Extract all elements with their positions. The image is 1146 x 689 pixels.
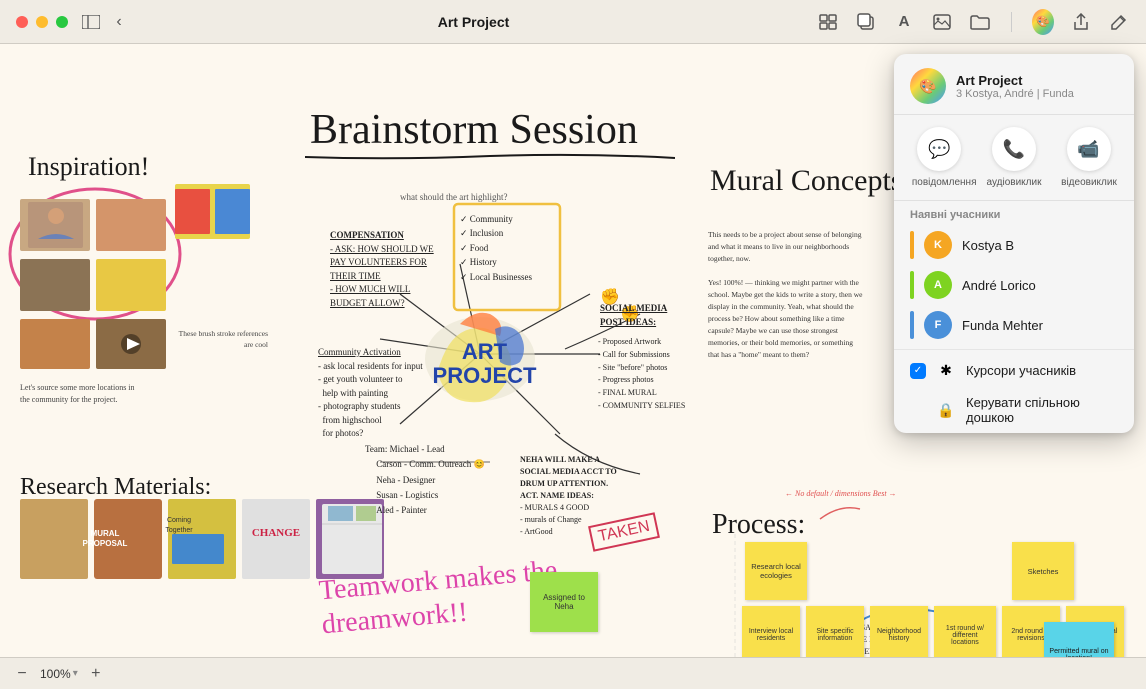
collab-divider (894, 349, 1134, 350)
video-action[interactable]: 📹 відеовиклик (1061, 127, 1116, 188)
team-listing: Team: Michael - Lead Carson - Comm. Outr… (365, 442, 485, 518)
svg-text:CHANGE: CHANGE (252, 527, 300, 539)
research-label: Research Materials: (20, 474, 211, 501)
participants-heading: Наявні учасники (894, 201, 1134, 225)
brainstorm-label: Brainstorm Session (310, 106, 638, 154)
titlebar-center: Art Project (130, 14, 817, 30)
funda-indicator (910, 311, 914, 339)
mural-concepts-label: Mural Concepts (710, 164, 902, 198)
sticky-1st-round: 1st round w/ different locations (934, 606, 996, 657)
social-media-note: SOCIAL MEDIAPOST IDEAS: (600, 302, 720, 329)
message-action[interactable]: 💬 повідомлення (912, 127, 967, 188)
funda-avatar: F (924, 311, 952, 339)
zoom-minus-button[interactable]: − (12, 664, 32, 684)
sticky-neighborhood: Neighborhood history (870, 606, 928, 657)
cursor-option-row[interactable]: ✓ ✱ Курсори учасників (894, 354, 1134, 387)
audio-label: аудіовиклик (987, 177, 1042, 188)
collab-actions: 💬 повідомлення 📞 аудіовиклик 📹 відеовикл… (894, 115, 1134, 201)
zoom-level-display[interactable]: 100% ▾ (40, 667, 78, 681)
andre-name: André Lorico (962, 278, 1118, 293)
toolbar-divider (1011, 12, 1012, 32)
art-project-center: ARTPROJECT (432, 326, 537, 401)
project-avatar: 🎨 (910, 68, 946, 104)
cursor-checkbox[interactable]: ✓ (910, 363, 926, 379)
minimize-button[interactable] (36, 16, 48, 28)
close-button[interactable] (16, 16, 28, 28)
svg-text:Together: Together (165, 527, 193, 534)
video-icon: 📹 (1067, 127, 1111, 171)
message-icon: 💬 (917, 127, 961, 171)
image-insert-icon[interactable] (931, 11, 953, 33)
audio-icon: 📞 (992, 127, 1036, 171)
compensation-note: COMPENSATION - ASK: HOW SHOULD WEPAY VOL… (330, 229, 434, 310)
social-media-list: - Proposed Artwork - Call for Submission… (598, 336, 685, 413)
dimensions-note: ← No default / dimensions Best → (785, 489, 897, 498)
participant-row-andre: A André Lorico (894, 265, 1134, 305)
cursor-option-label: Курсори учасників (966, 363, 1118, 378)
titlebar: ‹ Art Project A (0, 0, 1146, 44)
process-label: Process: (712, 509, 805, 541)
cursor-icon: ✱ (936, 362, 956, 379)
edit-icon[interactable] (1108, 11, 1130, 33)
back-arrow[interactable]: ‹ (108, 11, 130, 33)
brushstroke-caption: These brush stroke references are cool (178, 329, 268, 350)
svg-text:MURAL: MURAL (91, 529, 120, 538)
kostya-name: Kostya B (962, 238, 1118, 253)
collab-project-title: Art Project (956, 73, 1118, 88)
sticky-research-ecologies: Research local ecologies (745, 542, 807, 600)
sticky-sketches: Sketches (1012, 542, 1074, 600)
location-caption: Let's source some more locations in the … (20, 382, 140, 406)
andre-indicator (910, 271, 914, 299)
sticky-assigned-neha: Assigned to Neha (530, 572, 598, 632)
svg-text:Coming: Coming (167, 517, 191, 524)
text-tool-icon[interactable]: A (893, 11, 915, 33)
collab-title-block: Art Project 3 Kostya, André | Funda (956, 73, 1118, 100)
message-label: повідомлення (912, 177, 967, 188)
andre-avatar: A (924, 271, 952, 299)
participant-row-funda: F Funda Mehter (894, 305, 1134, 345)
duplicate-icon[interactable] (855, 11, 877, 33)
funda-name: Funda Mehter (962, 318, 1118, 333)
sticky-permitted: Permitted mural on location! (1044, 622, 1114, 657)
bottombar: − 100% ▾ + (0, 657, 1146, 689)
collab-panel: 🎨 Art Project 3 Kostya, André | Funda 💬 … (894, 54, 1134, 433)
kostya-avatar: K (924, 231, 952, 259)
folder-icon[interactable] (969, 11, 991, 33)
community-activation-note: Community Activation - ask local residen… (318, 346, 423, 441)
participant-row-kostya: K Kostya B (894, 225, 1134, 265)
share-icon[interactable] (1070, 11, 1092, 33)
maximize-button[interactable] (56, 16, 68, 28)
mural-concepts-text: This needs to be a project about sense o… (708, 229, 863, 361)
kostya-indicator (910, 231, 914, 259)
sticky-site-specific: Site specific information (806, 606, 864, 657)
inspiration-label: Inspiration! (28, 152, 149, 182)
grid-view-icon[interactable] (817, 11, 839, 33)
manage-option-row[interactable]: 🔒 Керувати спільною дошкою (894, 387, 1134, 433)
collab-participants-subtitle: 3 Kostya, André | Funda (956, 88, 1118, 100)
inclusion-list: ✓ Community ✓ Inclusion ✓ Food ✓ History… (460, 212, 532, 284)
toolbar-tools: A 🎨 (817, 11, 1130, 33)
sidebar-toggle-icon[interactable] (80, 11, 102, 33)
manage-icon: 🔒 (936, 402, 956, 419)
manage-option-label: Керувати спільною дошкою (966, 395, 1118, 425)
video-label: відеовиклик (1061, 177, 1116, 188)
collaborator-avatar[interactable]: 🎨 (1032, 11, 1054, 33)
teamwork-label: Teamwork makes thedreamwork!! (318, 554, 562, 642)
collab-header: 🎨 Art Project 3 Kostya, André | Funda (894, 54, 1134, 115)
window-controls (16, 16, 68, 28)
art-highlight-note: what should the art highlight? (400, 192, 507, 202)
svg-text:PROPOSAL: PROPOSAL (83, 539, 128, 548)
audio-action[interactable]: 📞 аудіовиклик (987, 127, 1042, 188)
zoom-plus-button[interactable]: + (86, 664, 106, 684)
sticky-interview: Interview local residents (742, 606, 800, 657)
window-title: Art Project (438, 14, 510, 30)
